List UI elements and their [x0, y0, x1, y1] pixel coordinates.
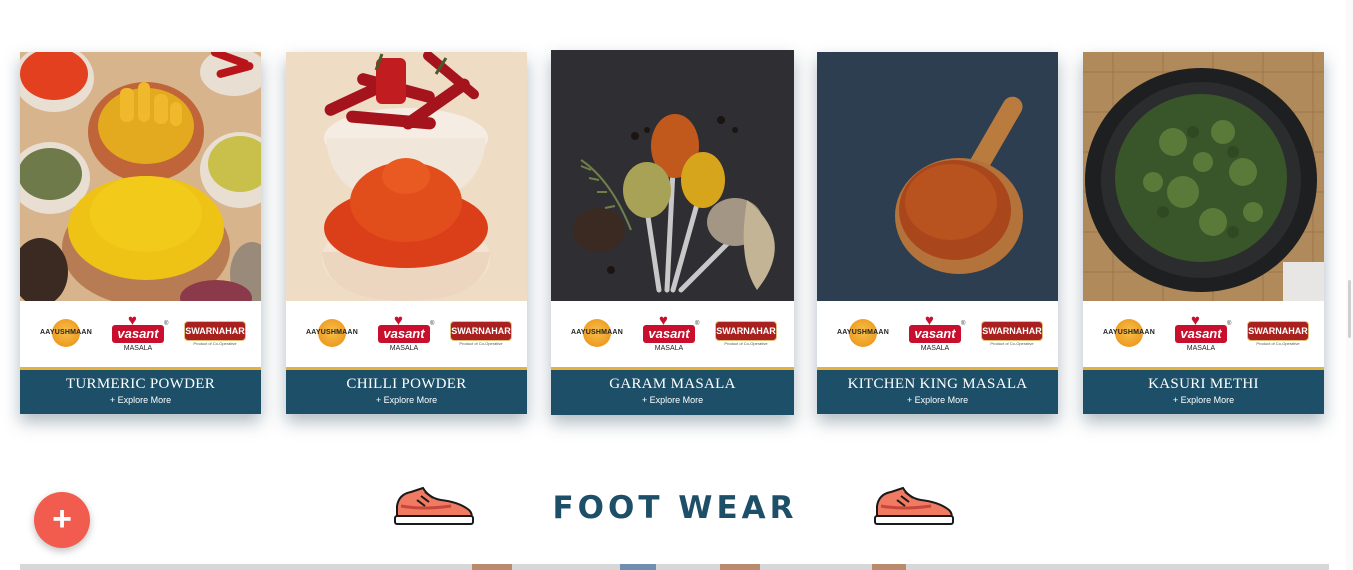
product-title: KITCHEN KING MASALA	[847, 376, 1028, 392]
swarnahar-logo: SWARNAHAR Product of Co-Operative	[450, 321, 512, 347]
plus-icon: +	[52, 500, 72, 538]
section-title-footwear: FOOT WEAR	[552, 490, 798, 526]
brand-logos: AAYUSHMAAN ♥ vasant ® MASALA SWARNAHAR Produ…	[1083, 301, 1324, 367]
swarnahar-logo: SWARNAHAR Product of Co-Operative	[715, 321, 777, 347]
explore-more-link[interactable]: + Explore More	[1083, 395, 1324, 405]
vasant-masala-logo: ♥ vasant ® MASALA	[112, 313, 168, 355]
product-image-kasuri-methi	[1083, 52, 1324, 301]
swarnahar-logo: SWARNAHAR Product of Co-Operative	[184, 321, 246, 347]
brand-logos: AAYUSHMAAN ♥ vasant ® MASALA SWARNAHAR Produ…	[817, 301, 1058, 367]
vasant-masala-logo: ♥ vasant ® MASALA	[909, 313, 965, 355]
swarnahar-logo: SWARNAHAR Product of Co-Operative	[981, 321, 1043, 347]
product-card-kitchen-king-masala[interactable]: AAYUSHMAAN ♥ vasant ® MASALA SWARNAHAR Produ…	[817, 52, 1058, 414]
vasant-masala-logo: ♥ vasant ® MASALA	[378, 313, 434, 355]
product-caption: KITCHEN KING MASALA + Explore More	[817, 370, 1058, 414]
product-title: CHILLI POWDER	[346, 376, 467, 392]
product-image-garam-masala	[551, 50, 794, 301]
product-caption: TURMERIC POWDER + Explore More	[20, 370, 261, 414]
swarnahar-logo: SWARNAHAR Product of Co-Operative	[1247, 321, 1309, 347]
vasant-masala-logo: ♥ vasant ® MASALA	[643, 313, 699, 355]
product-caption: CHILLI POWDER + Explore More	[286, 370, 527, 414]
brand-logos: AAYUSHMAAN ♥ vasant ® MASALA SWARNAHAR Produ…	[20, 301, 261, 367]
explore-more-link[interactable]: + Explore More	[20, 395, 261, 405]
product-card-garam-masala[interactable]: AAYUSHMAAN ♥ vasant ® MASALA SWARNAHAR Produ…	[551, 50, 794, 415]
product-title: TURMERIC POWDER	[65, 376, 216, 392]
product-caption: KASURI METHI + Explore More	[1083, 370, 1324, 414]
product-image-chilli	[286, 52, 527, 301]
explore-more-link[interactable]: + Explore More	[817, 395, 1058, 405]
product-image-kitchen-king	[817, 52, 1058, 301]
product-caption: GARAM MASALA + Explore More	[551, 370, 794, 415]
product-title: KASURI METHI	[1148, 376, 1259, 392]
explore-more-link[interactable]: + Explore More	[286, 395, 527, 405]
product-card-kasuri-methi[interactable]: AAYUSHMAAN ♥ vasant ® MASALA SWARNAHAR Produ…	[1083, 52, 1324, 414]
scrollbar-thumb[interactable]	[1348, 280, 1351, 338]
aayushmaan-logo: AAYUSHMAAN	[833, 319, 893, 349]
explore-more-link[interactable]: + Explore More	[551, 395, 794, 405]
footwear-banner-image	[20, 564, 1329, 570]
product-image-turmeric	[20, 52, 261, 301]
floating-add-button[interactable]: +	[34, 492, 90, 548]
sneaker-icon	[393, 484, 475, 526]
product-card-chilli-powder[interactable]: AAYUSHMAAN ♥ vasant ® MASALA SWARNAHAR Produ…	[286, 52, 527, 414]
aayushmaan-logo: AAYUSHMAAN	[302, 319, 362, 349]
spice-product-grid: AAYUSHMAAN ♥ vasant ® MASALA SWARNAHAR Produ…	[0, 0, 1353, 440]
product-title: GARAM MASALA	[609, 376, 736, 392]
aayushmaan-logo: AAYUSHMAAN	[567, 319, 627, 349]
product-card-turmeric-powder[interactable]: AAYUSHMAAN ♥ vasant ® MASALA SWARNAHAR Produ…	[20, 52, 261, 414]
vasant-masala-logo: ♥ vasant ® MASALA	[1175, 313, 1231, 355]
brand-logos: AAYUSHMAAN ♥ vasant ® MASALA SWARNAHAR Produ…	[286, 301, 527, 367]
aayushmaan-logo: AAYUSHMAAN	[1099, 319, 1159, 349]
aayushmaan-logo: AAYUSHMAAN	[36, 319, 96, 349]
page-scrollbar[interactable]	[1346, 0, 1353, 570]
sneaker-icon	[873, 484, 955, 526]
brand-logos: AAYUSHMAAN ♥ vasant ® MASALA SWARNAHAR Produ…	[551, 301, 794, 367]
